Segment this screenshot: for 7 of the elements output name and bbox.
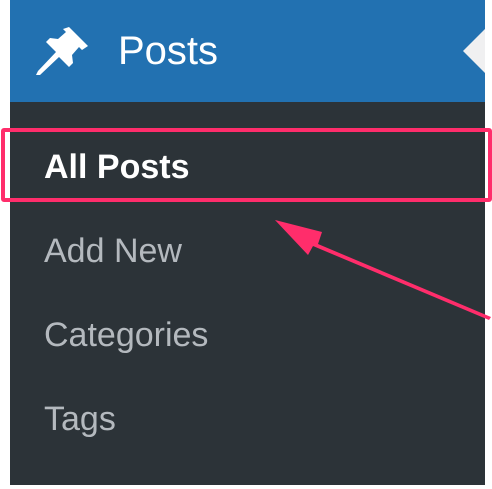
menu-header[interactable]: Posts — [10, 0, 485, 102]
pin-icon — [36, 25, 90, 77]
submenu-item[interactable]: Tags — [10, 377, 485, 461]
submenu-item[interactable]: Categories — [10, 293, 485, 377]
submenu-item[interactable]: All Posts — [10, 125, 485, 209]
submenu-item[interactable]: Add New — [10, 209, 485, 293]
notch-icon — [463, 29, 485, 73]
